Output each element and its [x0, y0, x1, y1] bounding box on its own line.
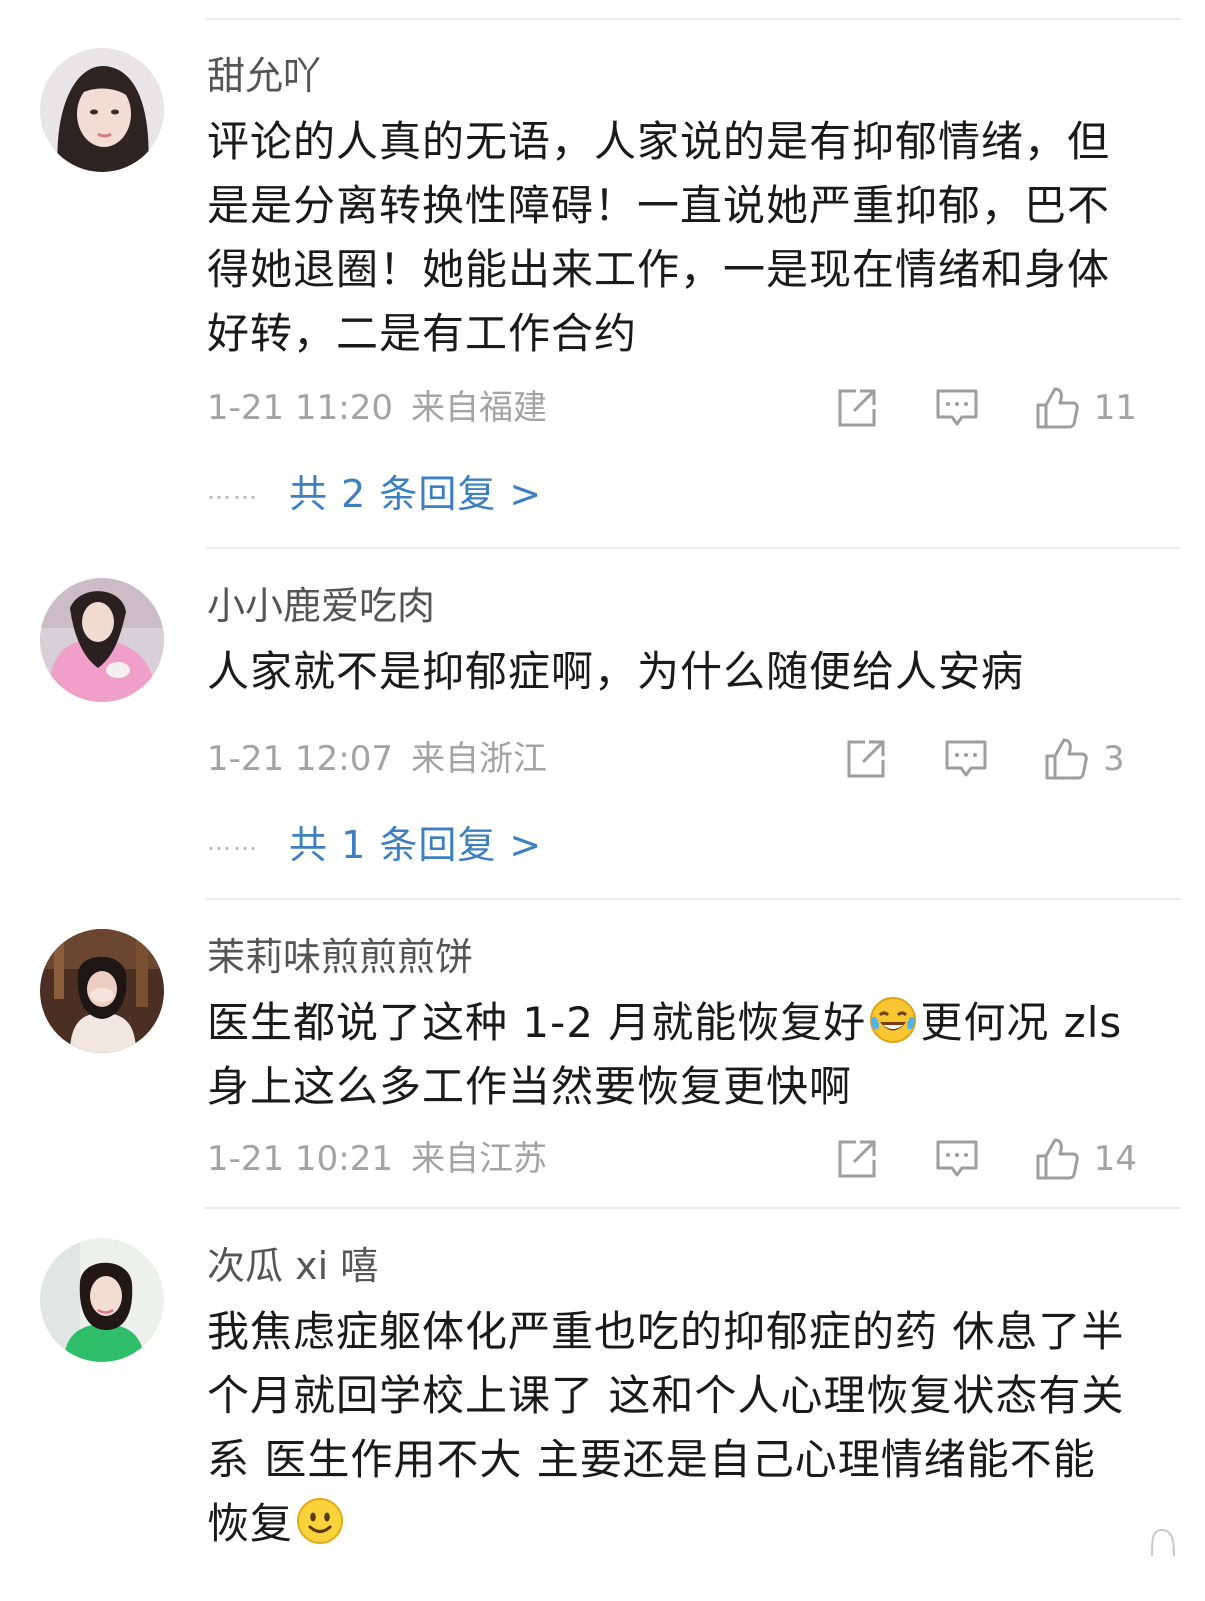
divider	[205, 18, 1180, 20]
like-button[interactable]: 14	[1034, 1136, 1137, 1182]
comment-text-line: 得她退圈！她能出来工作，一是现在情绪和身体	[207, 245, 1111, 294]
comment-text: 医生都说了这种 1-2 月就能恢复好 更何况 zls 身上这么多工作当然要恢复更快…	[207, 991, 1147, 1119]
share-icon[interactable]	[834, 385, 880, 431]
comment-icon[interactable]	[943, 736, 989, 782]
comment-text-line: 评论的人真的无语，人家说的是有抑郁情绪，但	[207, 117, 1111, 166]
comment-icon[interactable]	[934, 1136, 980, 1182]
comment-actions: 3	[843, 735, 1137, 783]
comment-actions: 11	[834, 384, 1137, 432]
divider	[205, 547, 1180, 549]
comment-text: 人家就不是抑郁症啊，为什么随便给人安病	[207, 640, 1147, 704]
comment-text-line: 恢复	[207, 1492, 1147, 1556]
comment-text-segment: 恢复	[207, 1499, 294, 1548]
comment-time: 1-21 10:21	[207, 1139, 393, 1179]
replies-row: …… 共 2 条回复 >	[207, 466, 542, 519]
comment-text-line: 系 医生作用不大 主要还是自己心理情绪能不能	[207, 1435, 1096, 1484]
like-count: 3	[1103, 739, 1125, 779]
comment-actions: 14	[834, 1135, 1137, 1183]
avatar[interactable]	[40, 578, 164, 702]
replies-dots: ……	[207, 828, 259, 856]
comment-meta: 1-21 11:20 来自福建	[207, 386, 547, 430]
comment-meta: 1-21 10:21 来自江苏	[207, 1137, 547, 1181]
comment-time: 1-21 12:07	[207, 739, 393, 779]
replies-dots: ……	[207, 477, 259, 505]
comment-text-segment: 更何况 zls	[920, 998, 1123, 1047]
replies-row: …… 共 1 条回复 >	[207, 817, 542, 870]
username[interactable]: 次瓜 xi 嘻	[207, 1242, 378, 1290]
like-count: 14	[1093, 1139, 1137, 1179]
comment-text-line: 身上这么多工作当然要恢复更快啊	[207, 1062, 853, 1111]
share-icon[interactable]	[843, 736, 889, 782]
view-replies-link[interactable]: 共 1 条回复 >	[289, 823, 542, 867]
divider	[205, 898, 1180, 900]
comment-text: 我焦虑症躯体化严重也吃的抑郁症的药 休息了半 个月就回学校上课了 这和个人心理恢…	[207, 1300, 1147, 1556]
comment-icon[interactable]	[934, 385, 980, 431]
thumbs-up-icon	[1043, 736, 1089, 782]
laugh-cry-emoji	[868, 995, 918, 1045]
scrollbar-handle[interactable]	[1148, 1520, 1178, 1560]
comment-text-line: 人家就不是抑郁症啊，为什么随便给人安病	[207, 647, 1025, 696]
comment-text-line: 个月就回学校上课了 这和个人心理恢复状态有关	[207, 1371, 1125, 1420]
comment-location: 来自江苏	[410, 1139, 547, 1179]
avatar[interactable]	[40, 1238, 164, 1362]
like-button[interactable]: 3	[1043, 736, 1137, 782]
like-button[interactable]: 11	[1034, 385, 1137, 431]
like-count: 11	[1093, 388, 1137, 428]
comment-text-line: 医生都说了这种 1-2 月就能恢复好 更何况 zls	[207, 991, 1147, 1055]
username[interactable]: 小小鹿爱吃肉	[207, 582, 435, 630]
comment-text: 评论的人真的无语，人家说的是有抑郁情绪，但 是是分离转换性障碍！一直说她严重抑郁…	[207, 110, 1147, 366]
divider	[205, 1207, 1180, 1209]
avatar[interactable]	[40, 48, 164, 172]
comment-text-line: 好转，二是有工作合约	[207, 309, 638, 358]
comment-text-line: 是是分离转换性障碍！一直说她严重抑郁，巴不	[207, 181, 1111, 230]
avatar[interactable]	[40, 929, 164, 1053]
smile-emoji	[295, 1496, 345, 1546]
username[interactable]: 茉莉味煎煎煎饼	[207, 933, 473, 981]
thumbs-up-icon	[1034, 385, 1080, 431]
view-replies-link[interactable]: 共 2 条回复 >	[289, 472, 542, 516]
comment-meta: 1-21 12:07 来自浙江	[207, 737, 547, 781]
thumbs-up-icon	[1034, 1136, 1080, 1182]
comment-location: 来自福建	[410, 388, 547, 428]
comment-time: 1-21 11:20	[207, 388, 393, 428]
comment-text-segment: 医生都说了这种 1-2 月就能恢复好	[207, 998, 867, 1047]
username[interactable]: 甜允吖	[207, 52, 321, 100]
comment-location: 来自浙江	[410, 739, 547, 779]
comment-text-line: 我焦虑症躯体化严重也吃的抑郁症的药 休息了半	[207, 1307, 1125, 1356]
share-icon[interactable]	[834, 1136, 880, 1182]
